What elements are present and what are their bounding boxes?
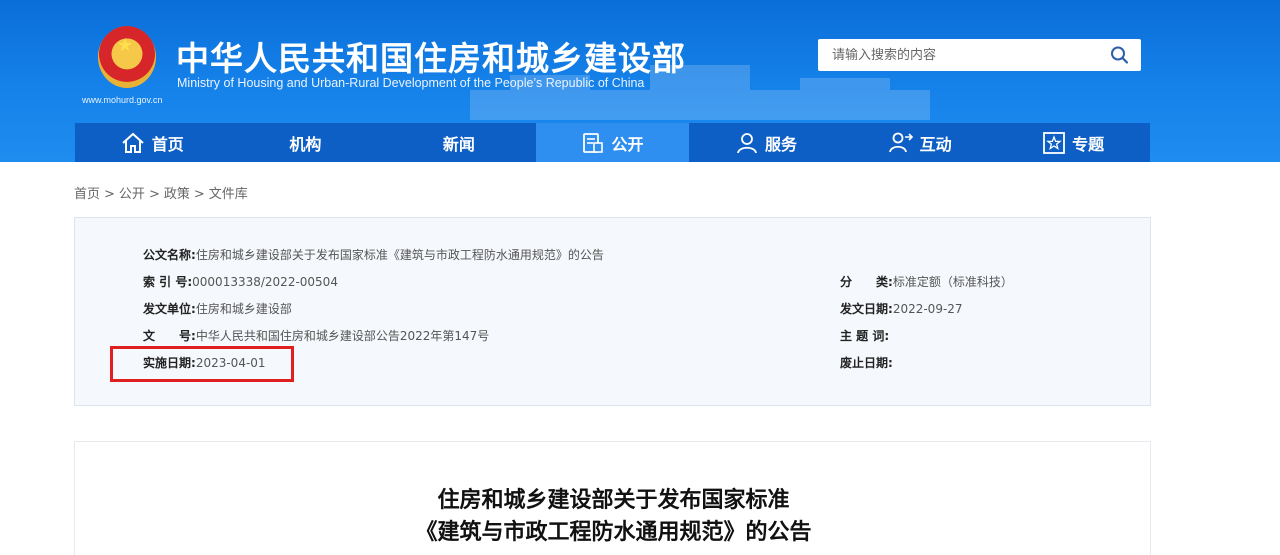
search-icon[interactable] bbox=[1109, 45, 1131, 65]
national-emblem-icon[interactable]: ★ bbox=[98, 26, 156, 88]
unit-value: 住房和城乡建设部 bbox=[195, 302, 292, 316]
search-box bbox=[818, 39, 1141, 71]
docno-row: 文 号:中华人民共和国住房和城乡建设部公告2022年第147号 bbox=[143, 327, 489, 344]
category-label: 分 类: bbox=[840, 275, 893, 289]
nav-item-public[interactable]: 公开 bbox=[535, 123, 690, 162]
interact-icon bbox=[888, 132, 913, 152]
nav-label: 专题 bbox=[1072, 134, 1105, 154]
breadcrumb-public[interactable]: 公开 bbox=[119, 187, 145, 202]
docno-value: 中华人民共和国住房和城乡建设部公告2022年第147号 bbox=[195, 329, 490, 343]
article-body: 住房和城乡建设部关于发布国家标准 《建筑与市政工程防水通用规范》的公告 bbox=[74, 441, 1151, 555]
breadcrumb-library[interactable]: 文件库 bbox=[209, 187, 248, 202]
nav-item-organization[interactable]: 机构 bbox=[229, 123, 383, 162]
nav-item-interact[interactable]: 互动 bbox=[843, 123, 997, 162]
abolish-date-label: 废止日期: bbox=[840, 356, 893, 370]
category-row: 分 类:标准定额（标准科技） bbox=[840, 273, 1013, 290]
home-icon bbox=[122, 132, 144, 153]
service-person-icon bbox=[737, 132, 757, 153]
issue-date-label: 发文日期: bbox=[840, 302, 893, 316]
nav-label: 首页 bbox=[151, 134, 184, 154]
document-icon bbox=[583, 132, 604, 153]
highlight-annotation bbox=[110, 346, 294, 382]
search-input[interactable] bbox=[818, 39, 1098, 71]
nav-label: 公开 bbox=[611, 134, 644, 154]
abolish-date-row: 废止日期: bbox=[840, 354, 893, 371]
site-title[interactable]: 中华人民共和国住房和城乡建设部 bbox=[176, 32, 686, 80]
issue-date-value: 2022-09-27 bbox=[892, 302, 963, 316]
nav-item-service[interactable]: 服务 bbox=[689, 123, 843, 162]
article-title-line1: 住房和城乡建设部关于发布国家标准 bbox=[437, 488, 790, 513]
docno-label: 文 号: bbox=[143, 329, 196, 343]
nav-item-home[interactable]: 首页 bbox=[75, 123, 229, 162]
unit-label: 发文单位: bbox=[143, 302, 196, 316]
nav-label: 新闻 bbox=[442, 134, 475, 154]
doc-name-label: 公文名称: bbox=[143, 248, 196, 262]
subject-label: 主 题 词: bbox=[840, 329, 890, 343]
category-value: 标准定额（标准科技） bbox=[892, 275, 1013, 289]
site-url: www.mohurd.gov.cn bbox=[82, 95, 163, 105]
nav-label: 互动 bbox=[919, 134, 952, 154]
index-value: 000013338/2022-00504 bbox=[192, 275, 338, 289]
nav-item-news[interactable]: 新闻 bbox=[382, 123, 536, 162]
article-title-line2: 《建筑与市政工程防水通用规范》的公告 bbox=[415, 520, 812, 545]
main-nav: 首页 机构 新闻 公开 服务 互动 专题 bbox=[75, 123, 1150, 162]
breadcrumb: 首页 > 公开 > 政策 > 文件库 bbox=[74, 187, 248, 202]
nav-label: 机构 bbox=[289, 134, 322, 154]
subject-row: 主 题 词: bbox=[840, 327, 889, 344]
breadcrumb-home[interactable]: 首页 bbox=[74, 187, 100, 202]
doc-name-value: 住房和城乡建设部关于发布国家标准《建筑与市政工程防水通用规范》的公告 bbox=[195, 248, 604, 262]
nav-item-topics[interactable]: 专题 bbox=[996, 123, 1150, 162]
issue-date-row: 发文日期:2022-09-27 bbox=[840, 300, 963, 317]
unit-row: 发文单位:住房和城乡建设部 bbox=[143, 300, 292, 317]
index-label: 索 引 号: bbox=[143, 275, 193, 289]
site-subtitle: Ministry of Housing and Urban-Rural Deve… bbox=[177, 76, 645, 90]
star-icon bbox=[1043, 131, 1066, 154]
doc-name-row: 公文名称:住房和城乡建设部关于发布国家标准《建筑与市政工程防水通用规范》的公告 bbox=[143, 246, 604, 263]
index-row: 索 引 号:000013338/2022-00504 bbox=[143, 273, 338, 290]
nav-label: 服务 bbox=[765, 134, 798, 154]
breadcrumb-policy[interactable]: 政策 bbox=[164, 187, 190, 202]
